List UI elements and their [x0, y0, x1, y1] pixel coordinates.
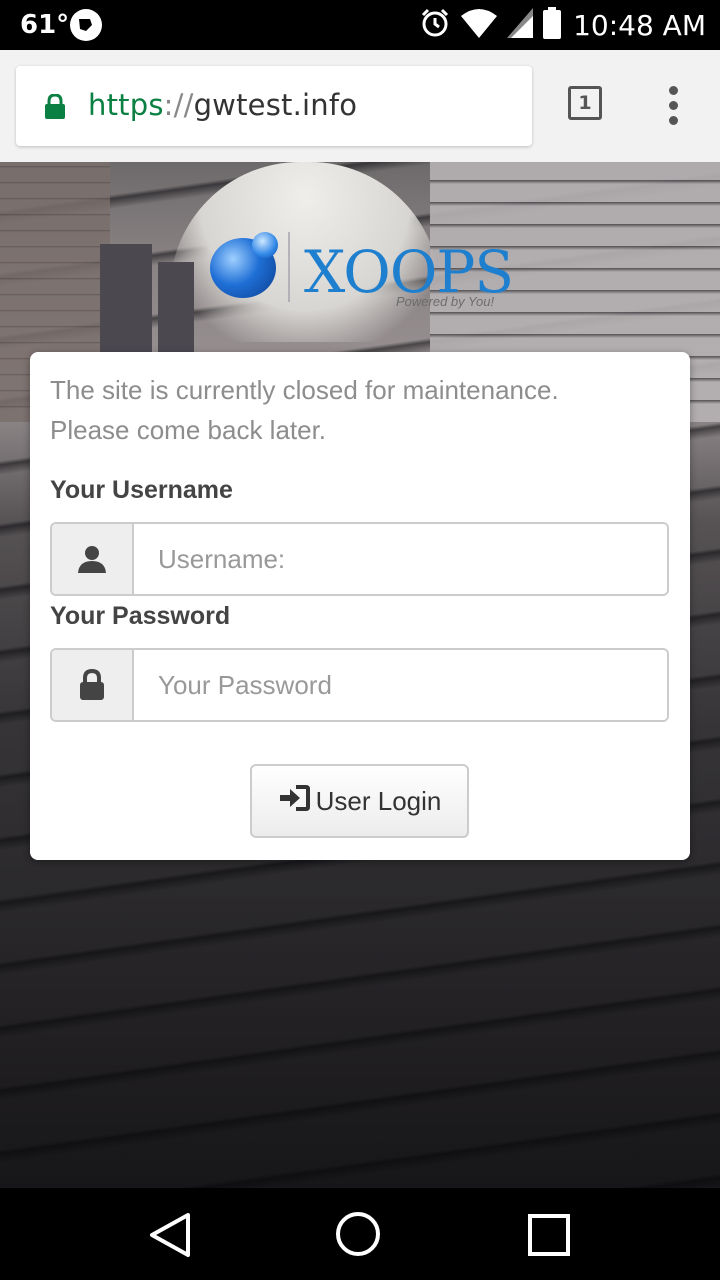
sign-in-icon: [278, 784, 310, 819]
alarm-icon: [419, 7, 451, 44]
password-label: Your Password: [50, 602, 231, 630]
home-icon[interactable]: [336, 1212, 380, 1256]
url-text[interactable]: https://gwtest.info: [88, 88, 357, 122]
back-icon[interactable]: [148, 1212, 192, 1263]
xoops-logo: XOOPS Powered by You!: [208, 232, 518, 312]
password-input[interactable]: [134, 650, 667, 720]
logo-sphere-small: [252, 232, 278, 258]
url-scheme: https: [88, 88, 164, 122]
url-host: gwtest.info: [193, 88, 358, 122]
recent-apps-icon[interactable]: [528, 1214, 570, 1256]
notice-line: Please come back later.: [50, 415, 327, 445]
notification-app-icon: [70, 9, 102, 41]
logo-subtitle: Powered by You!: [396, 294, 495, 309]
clock: 10:48 AM: [573, 8, 706, 42]
overflow-menu-icon[interactable]: [664, 86, 684, 126]
notice-line: The site is currently closed for mainten…: [50, 375, 559, 405]
temperature: 61°: [20, 10, 70, 40]
system-nav-bar: [0, 1188, 720, 1280]
lock-icon: [52, 650, 134, 720]
browser-toolbar: https://gwtest.info 1: [0, 50, 720, 162]
user-login-button[interactable]: User Login: [250, 764, 469, 838]
status-bar: 61° 10:48 AM: [0, 0, 720, 50]
password-field-group: [50, 648, 669, 722]
tab-switcher-button[interactable]: 1: [568, 86, 602, 120]
user-icon: [52, 524, 134, 594]
username-label: Your Username: [50, 476, 233, 504]
signal-icon: [507, 7, 534, 43]
maintenance-notice: The site is currently closed for mainten…: [50, 370, 670, 450]
username-input[interactable]: [134, 524, 667, 594]
username-field-group: [50, 522, 669, 596]
login-button-label: User Login: [315, 785, 442, 816]
page-background: XOOPS Powered by You! The site is curren…: [0, 162, 720, 1188]
login-card: The site is currently closed for mainten…: [30, 352, 690, 860]
url-bar[interactable]: https://gwtest.info: [16, 66, 532, 146]
battery-icon: [543, 6, 562, 44]
url-separator: ://: [163, 88, 194, 122]
lock-icon: [44, 93, 66, 125]
wifi-icon: [461, 8, 498, 43]
